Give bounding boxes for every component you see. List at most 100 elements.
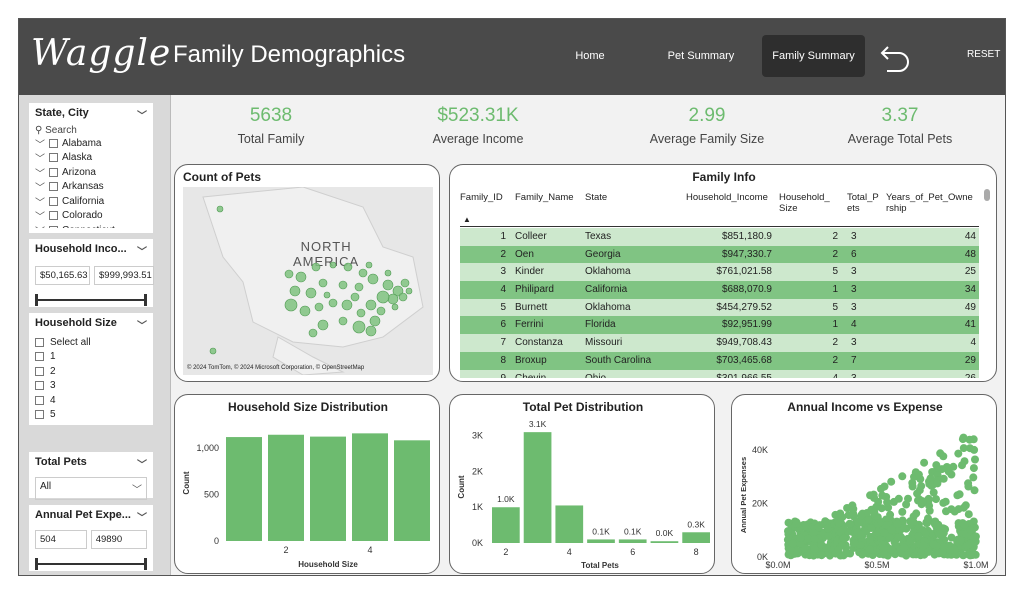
column-header[interactable]: Years_of_Pet_Owne rship bbox=[886, 192, 979, 214]
chevron-down-icon[interactable]: ﹀ bbox=[137, 456, 147, 471]
map-bubble[interactable] bbox=[305, 287, 317, 299]
map-bubble[interactable] bbox=[341, 299, 353, 311]
bar[interactable] bbox=[650, 541, 679, 543]
income-expense-scatter[interactable]: Annual Income vs Expense0K20K40K$0.0M $0.… bbox=[732, 395, 997, 574]
chevron-down-icon[interactable]: ﹀ bbox=[137, 107, 147, 122]
map-bubble[interactable] bbox=[384, 269, 392, 277]
map-bubble[interactable] bbox=[391, 303, 399, 311]
map-bubble[interactable] bbox=[318, 278, 328, 288]
nav-pet-summary-button[interactable]: Pet Summary bbox=[661, 35, 741, 77]
map-bubble[interactable] bbox=[311, 262, 321, 272]
checkbox[interactable] bbox=[49, 153, 58, 163]
map-bubble[interactable] bbox=[323, 291, 331, 299]
state-list-item[interactable]: ﹀ Colorado bbox=[35, 208, 147, 223]
checkbox[interactable] bbox=[35, 410, 44, 420]
table-row[interactable]: 5 Burnett Oklahoma $454,279.52 5 3 49 bbox=[460, 298, 979, 317]
size-option[interactable]: 3 bbox=[35, 379, 147, 394]
map-bubble[interactable] bbox=[352, 320, 366, 334]
income-min-input[interactable]: $50,165.63 bbox=[35, 266, 90, 285]
slider-handle-max[interactable] bbox=[144, 558, 147, 570]
size-option[interactable]: 2 bbox=[35, 364, 147, 379]
expense-min-input[interactable]: 504 bbox=[35, 530, 87, 549]
chevron-down-icon[interactable]: ﹀ bbox=[35, 208, 45, 223]
search-input[interactable]: ⚲ Search bbox=[35, 125, 147, 136]
bar[interactable] bbox=[682, 532, 710, 543]
chevron-down-icon[interactable]: ﹀ bbox=[35, 136, 45, 151]
column-header[interactable]: Household_ Size bbox=[779, 192, 833, 214]
size-option[interactable]: Select all bbox=[35, 335, 147, 350]
column-header[interactable]: Total_P ets bbox=[847, 192, 879, 214]
state-list-item[interactable]: ﹀ Arkansas bbox=[35, 179, 147, 194]
map-bubble[interactable] bbox=[354, 282, 364, 292]
column-header[interactable]: State bbox=[585, 192, 685, 203]
income-range-slider[interactable] bbox=[35, 293, 147, 307]
map-bubble[interactable] bbox=[365, 261, 373, 269]
bar[interactable] bbox=[555, 505, 584, 543]
map-bubble[interactable] bbox=[289, 285, 301, 297]
map-bubble[interactable] bbox=[400, 278, 410, 288]
chevron-down-icon[interactable]: ﹀ bbox=[35, 194, 45, 209]
total-pets-dropdown[interactable]: All ﹀ bbox=[35, 477, 147, 500]
slider-handle-min[interactable] bbox=[35, 558, 38, 570]
checkbox[interactable] bbox=[49, 211, 58, 221]
state-list-item[interactable]: ﹀ Connecticut bbox=[35, 223, 147, 228]
chevron-down-icon[interactable]: ﹀ bbox=[35, 179, 45, 194]
checkbox[interactable] bbox=[35, 366, 44, 376]
map-bubble[interactable] bbox=[387, 293, 399, 305]
state-list-item[interactable]: ﹀ Alaska bbox=[35, 150, 147, 165]
size-option[interactable]: 5 bbox=[35, 408, 147, 423]
bar[interactable] bbox=[587, 539, 615, 543]
bar[interactable] bbox=[394, 440, 430, 541]
checkbox[interactable] bbox=[35, 352, 44, 362]
map-bubble[interactable] bbox=[350, 292, 360, 302]
size-option[interactable]: 1 bbox=[35, 350, 147, 365]
checkbox[interactable] bbox=[49, 225, 58, 228]
checkbox[interactable] bbox=[49, 138, 58, 148]
map-bubble[interactable] bbox=[356, 308, 366, 318]
map-bubble[interactable] bbox=[317, 319, 329, 331]
chevron-down-icon[interactable]: ﹀ bbox=[137, 243, 147, 258]
map-bubble[interactable] bbox=[295, 271, 307, 283]
checkbox[interactable] bbox=[35, 337, 44, 347]
table-row[interactable]: 3 Kinder Oklahoma $761,021.58 5 3 25 bbox=[460, 263, 979, 282]
map-view[interactable]: NORTH AMERICA © 2024 TomTom, © 2024 Micro… bbox=[183, 187, 433, 375]
map-bubble[interactable] bbox=[398, 292, 408, 302]
map-bubble[interactable] bbox=[284, 269, 294, 279]
map-bubble[interactable] bbox=[328, 298, 338, 308]
expense-max-input[interactable]: 49890 bbox=[90, 530, 147, 549]
total-pet-chart[interactable]: Total Pet Distribution 0K 1K 2K 3K 1.0K 3.1K 0.… bbox=[450, 395, 715, 574]
column-header[interactable]: Family_ID bbox=[460, 192, 503, 203]
column-header[interactable]: Family_Name bbox=[515, 192, 585, 203]
reset-button[interactable]: RESET bbox=[967, 49, 1000, 60]
map-bubble[interactable] bbox=[405, 287, 413, 295]
map-bubble[interactable] bbox=[365, 299, 377, 311]
bar[interactable] bbox=[310, 436, 346, 541]
sort-ascending-icon[interactable]: ▲ bbox=[463, 215, 471, 224]
map-bubble[interactable] bbox=[365, 325, 377, 337]
table-row[interactable]: 8 Broxup South Carolina $703,465.68 2 7 29 bbox=[460, 351, 979, 370]
state-list-item[interactable]: ﹀ Alabama bbox=[35, 136, 147, 151]
table-row[interactable]: 7 Constanza Missouri $949,708.43 2 3 4 bbox=[460, 334, 979, 352]
nav-home-button[interactable]: Home bbox=[564, 35, 616, 77]
map-bubble[interactable] bbox=[338, 316, 348, 326]
map-bubble[interactable] bbox=[338, 280, 348, 290]
chevron-down-icon[interactable]: ﹀ bbox=[137, 509, 147, 524]
bar[interactable] bbox=[352, 433, 388, 541]
nav-family-summary-button[interactable]: Family Summary bbox=[762, 35, 865, 77]
table-row[interactable]: 4 Philipard California $688,070.9 1 3 34 bbox=[460, 281, 979, 299]
bar[interactable] bbox=[268, 434, 304, 541]
map-bubble[interactable] bbox=[216, 205, 224, 213]
map-bubble[interactable] bbox=[376, 306, 386, 316]
table-scrollbar[interactable] bbox=[984, 189, 990, 201]
table-row[interactable]: 1 Colleer Texas $851,180.9 2 3 44 bbox=[460, 228, 979, 246]
map-bubble[interactable] bbox=[209, 347, 217, 355]
chevron-down-icon[interactable]: ﹀ bbox=[35, 150, 45, 165]
slider-handle-min[interactable] bbox=[35, 294, 38, 306]
map-bubble[interactable] bbox=[367, 273, 379, 285]
checkbox[interactable] bbox=[35, 381, 44, 391]
table-row[interactable]: 6 Ferrini Florida $92,951.99 1 4 41 bbox=[460, 316, 979, 335]
map-bubble[interactable] bbox=[284, 298, 298, 312]
map-bubble[interactable] bbox=[299, 305, 311, 317]
map-bubble[interactable] bbox=[343, 262, 353, 272]
back-arrow-icon[interactable] bbox=[879, 37, 911, 73]
